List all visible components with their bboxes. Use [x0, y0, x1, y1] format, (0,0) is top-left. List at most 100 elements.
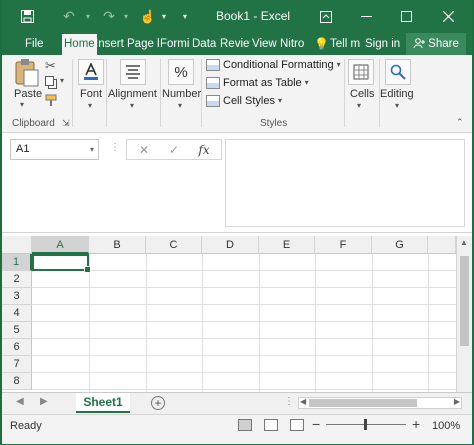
minimize-icon[interactable]	[348, 0, 384, 33]
number-dropdown-icon[interactable]: ▾	[178, 101, 182, 110]
page-layout-view-icon[interactable]	[264, 419, 278, 431]
formula-bar-splitter-icon[interactable]: ⋮	[110, 142, 120, 153]
number-format-icon[interactable]: %	[168, 59, 194, 85]
column-header[interactable]: C	[146, 236, 202, 254]
row-header[interactable]: 2	[2, 271, 32, 288]
scroll-right-icon[interactable]: ▶	[454, 397, 460, 406]
page-break-preview-icon[interactable]	[290, 419, 304, 431]
scroll-left-icon[interactable]: ◀	[300, 397, 306, 406]
cancel-icon[interactable]: ✕	[129, 140, 159, 159]
tab-data[interactable]: Data	[192, 33, 218, 55]
editing-dropdown-icon[interactable]: ▾	[395, 101, 399, 110]
close-icon[interactable]	[430, 0, 466, 33]
cut-icon[interactable]: ✂	[45, 58, 56, 74]
alignment-icon[interactable]	[120, 59, 146, 85]
cells-group-label[interactable]: Cells	[350, 88, 374, 100]
column-header[interactable]: B	[89, 236, 146, 254]
copy-icon[interactable]	[45, 76, 58, 92]
cells-icon[interactable]	[348, 59, 374, 85]
tab-formulas[interactable]: Formi	[160, 33, 189, 55]
undo-dropdown-icon[interactable]: ▾	[82, 0, 94, 33]
row-header[interactable]: 4	[2, 305, 32, 322]
number-group-label[interactable]: Number	[162, 88, 201, 100]
tab-view[interactable]: View	[252, 33, 278, 55]
paste-button[interactable]	[14, 58, 40, 88]
next-sheet-icon[interactable]: ▶	[40, 396, 48, 407]
cell-styles-button[interactable]: Cell Styles ▾	[206, 92, 282, 109]
save-icon[interactable]	[16, 0, 38, 33]
tab-split-handle-icon[interactable]: ⋮	[284, 396, 294, 407]
worksheet-grid[interactable]: A B C D E F G 1 2 3 4 5 6 7 8 ▲	[2, 236, 472, 392]
alignment-group-label[interactable]: Alignment	[108, 88, 157, 100]
ribbon-display-options-icon[interactable]	[308, 0, 344, 33]
tab-nitro[interactable]: Nitro	[280, 33, 310, 55]
row-header[interactable]: 6	[2, 339, 32, 356]
cells-dropdown-icon[interactable]: ▾	[357, 101, 361, 110]
tab-file[interactable]: File	[25, 33, 44, 55]
tab-home[interactable]: Home	[62, 34, 97, 55]
font-dropdown-icon[interactable]: ▾	[88, 101, 92, 110]
enter-icon[interactable]: ✓	[159, 140, 189, 159]
column-header[interactable]: A	[32, 236, 89, 254]
name-box[interactable]: A1 ▾	[10, 139, 99, 160]
alignment-dropdown-icon[interactable]: ▾	[130, 101, 134, 110]
column-header-partial[interactable]	[428, 236, 456, 254]
row-header[interactable]: 7	[2, 356, 32, 373]
zoom-in-icon[interactable]: +	[412, 416, 420, 432]
tell-me-search[interactable]: Tell m	[330, 33, 360, 55]
paste-dropdown-icon[interactable]: ▾	[20, 100, 24, 109]
share-button[interactable]: Share	[406, 33, 466, 55]
editing-search-icon[interactable]	[385, 59, 411, 85]
row-header[interactable]: 1	[2, 254, 32, 271]
normal-view-icon[interactable]	[238, 419, 252, 431]
font-group-label[interactable]: Font	[80, 88, 102, 100]
clipboard-launcher-icon[interactable]: ⇲	[62, 118, 70, 129]
redo-icon[interactable]: ↷	[98, 0, 120, 33]
font-icon[interactable]	[78, 59, 104, 85]
editing-group-label[interactable]: Editing	[380, 88, 414, 100]
horizontal-scroll-thumb[interactable]	[309, 399, 417, 407]
scroll-up-icon[interactable]: ▲	[460, 238, 468, 247]
format-painter-icon[interactable]	[45, 94, 58, 110]
column-header[interactable]: D	[202, 236, 259, 254]
customize-qat-icon[interactable]: ▾	[178, 0, 192, 33]
prev-sheet-icon[interactable]: ◀	[16, 396, 24, 407]
sign-in-link[interactable]: Sign in	[365, 33, 400, 55]
gridline	[32, 270, 456, 271]
lightbulb-icon[interactable]: 💡	[314, 33, 328, 55]
row-header[interactable]: 3	[2, 288, 32, 305]
touch-mode-dropdown-icon[interactable]: ▾	[158, 0, 170, 33]
name-box-dropdown-icon[interactable]: ▾	[90, 140, 94, 159]
insert-function-icon[interactable]: fx	[189, 140, 219, 159]
format-as-table-button[interactable]: Format as Table ▾	[206, 74, 309, 91]
touch-mode-icon[interactable]: ☝	[138, 0, 158, 33]
tab-insert[interactable]: Insert	[95, 33, 125, 55]
tab-page-layout[interactable]: Page l	[127, 33, 159, 55]
add-sheet-icon[interactable]: +	[151, 396, 165, 410]
horizontal-scrollbar[interactable]: ◀ ▶	[298, 397, 462, 409]
row-header[interactable]: 8	[2, 373, 32, 390]
column-header[interactable]: E	[259, 236, 315, 254]
undo-icon[interactable]: ↶	[58, 0, 80, 33]
conditional-formatting-button[interactable]: Conditional Formatting ▾	[206, 56, 341, 73]
column-header[interactable]: F	[315, 236, 372, 254]
zoom-out-icon[interactable]: −	[312, 416, 320, 432]
gridline	[32, 338, 456, 339]
sheet-tab-sheet1[interactable]: Sheet1	[76, 393, 130, 413]
vertical-scroll-thumb[interactable]	[460, 256, 469, 346]
tab-review[interactable]: Reviev	[220, 33, 250, 55]
select-all-corner[interactable]	[2, 236, 32, 254]
vertical-scrollbar[interactable]: ▲	[456, 236, 472, 392]
column-header[interactable]: G	[372, 236, 428, 254]
ribbon-home: Paste ▾ ✂ ▾ Clipboard ⇲ Font ▾ Alignment…	[2, 55, 472, 133]
maximize-icon[interactable]	[388, 0, 424, 33]
format-as-table-label: Format as Table	[223, 76, 302, 89]
zoom-level[interactable]: 100%	[432, 420, 460, 432]
redo-dropdown-icon[interactable]: ▾	[120, 0, 132, 33]
zoom-slider-thumb[interactable]	[364, 419, 367, 430]
copy-dropdown-icon[interactable]: ▾	[60, 76, 64, 85]
collapse-ribbon-icon[interactable]: ⌃	[456, 117, 464, 128]
row-header[interactable]: 5	[2, 322, 32, 339]
formula-input[interactable]	[225, 139, 465, 227]
active-cell-a1[interactable]	[32, 254, 91, 273]
